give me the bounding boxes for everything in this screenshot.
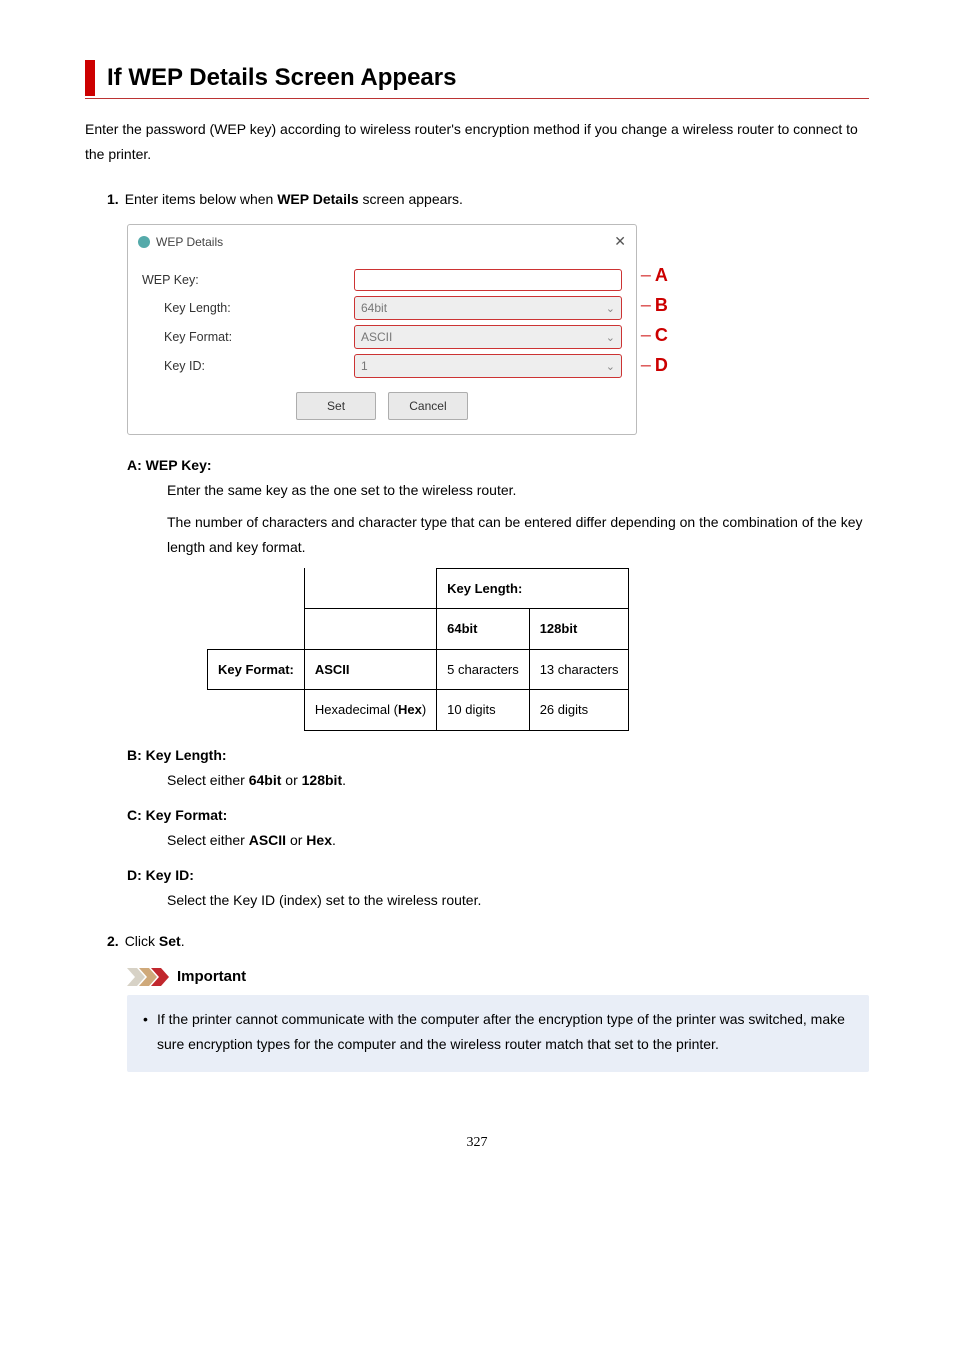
key-id-value: 1 bbox=[361, 359, 368, 373]
def-a-body-2: The number of characters and character t… bbox=[167, 510, 869, 560]
wep-key-label: WEP Key: bbox=[142, 271, 354, 290]
page-number: 327 bbox=[85, 1132, 869, 1153]
def-b-body: Select either 64bit or 128bit. bbox=[167, 768, 869, 793]
def-b-term: B: Key Length: bbox=[127, 745, 869, 766]
key-format-value: ASCII bbox=[361, 330, 392, 344]
important-label: Important bbox=[177, 966, 246, 989]
important-box: If the printer cannot communicate with t… bbox=[127, 995, 869, 1073]
def-c-body: Select either ASCII or Hex. bbox=[167, 828, 869, 853]
table-cell-10: 10 digits bbox=[437, 690, 530, 730]
table-cell-5: 5 characters bbox=[437, 649, 530, 689]
table-col-128: 128bit bbox=[529, 609, 629, 649]
set-button[interactable]: Set bbox=[296, 392, 376, 420]
page-heading-wrap: If WEP Details Screen Appears bbox=[85, 60, 869, 99]
key-length-select[interactable]: 64bit ⌄ bbox=[354, 296, 622, 320]
step-1-text-after: screen appears. bbox=[359, 191, 463, 207]
step-1-bold: WEP Details bbox=[277, 191, 358, 207]
important-heading: Important bbox=[127, 966, 869, 989]
def-d: D: Key ID: Select the Key ID (index) set… bbox=[127, 865, 869, 913]
table-col-64: 64bit bbox=[437, 609, 530, 649]
wep-details-figure: WEP Details ✕ WEP Key: Key Length: 64bit… bbox=[127, 224, 697, 435]
callout-b: B bbox=[655, 296, 668, 314]
step-2-text: Click Set. bbox=[125, 931, 185, 952]
step-1-text: Enter items below when WEP Details scree… bbox=[125, 189, 463, 210]
step-2-number: 2. bbox=[107, 931, 119, 952]
key-id-select[interactable]: 1 ⌄ bbox=[354, 354, 622, 378]
important-item: If the printer cannot communicate with t… bbox=[143, 1007, 853, 1059]
table-head-keylength: Key Length: bbox=[437, 568, 629, 608]
dialog-title: WEP Details bbox=[156, 233, 223, 251]
def-d-term: D: Key ID: bbox=[127, 865, 869, 886]
step-1: 1. Enter items below when WEP Details sc… bbox=[107, 189, 869, 210]
intro-paragraph: Enter the password (WEP key) according t… bbox=[85, 117, 869, 167]
table-cell-26: 26 digits bbox=[529, 690, 629, 730]
def-a-body-1: Enter the same key as the one set to the… bbox=[167, 478, 869, 503]
def-a: A: WEP Key: Enter the same key as the on… bbox=[127, 455, 869, 730]
step-2: 2. Click Set. bbox=[107, 931, 869, 952]
key-id-label: Key ID: bbox=[164, 357, 354, 376]
key-format-select[interactable]: ASCII ⌄ bbox=[354, 325, 622, 349]
dialog-titlebar: WEP Details ✕ bbox=[128, 225, 636, 258]
def-b: B: Key Length: Select either 64bit or 12… bbox=[127, 745, 869, 793]
page-title: If WEP Details Screen Appears bbox=[107, 60, 869, 96]
cancel-button[interactable]: Cancel bbox=[388, 392, 468, 420]
chevron-down-icon: ⌄ bbox=[606, 301, 615, 318]
close-icon[interactable]: ✕ bbox=[614, 231, 626, 252]
step-1-text-before: Enter items below when bbox=[125, 191, 278, 207]
step-1-number: 1. bbox=[107, 189, 119, 210]
page-heading-accent: If WEP Details Screen Appears bbox=[85, 60, 869, 96]
def-d-body: Select the Key ID (index) set to the wir… bbox=[167, 888, 869, 913]
wep-details-dialog: WEP Details ✕ WEP Key: Key Length: 64bit… bbox=[127, 224, 637, 435]
key-length-label: Key Length: bbox=[164, 299, 354, 318]
table-row-hex: Hexadecimal (Hex) bbox=[304, 690, 436, 730]
callout-c: C bbox=[655, 326, 668, 344]
key-table: Key Length: 64bit 128bit Key Format: ASC… bbox=[207, 568, 629, 731]
callout-d: D bbox=[655, 356, 668, 374]
app-icon bbox=[138, 236, 150, 248]
def-c: C: Key Format: Select either ASCII or He… bbox=[127, 805, 869, 853]
table-row-keyformat: Key Format: bbox=[208, 649, 305, 689]
table-cell-13: 13 characters bbox=[529, 649, 629, 689]
table-row-ascii: ASCII bbox=[304, 649, 436, 689]
chevron-down-icon: ⌄ bbox=[606, 330, 615, 347]
key-length-value: 64bit bbox=[361, 301, 387, 315]
chevron-down-icon: ⌄ bbox=[606, 359, 615, 376]
callout-column: ─A ─B ─C ─D bbox=[637, 224, 668, 380]
key-format-label: Key Format: bbox=[164, 328, 354, 347]
wep-key-input[interactable] bbox=[354, 269, 622, 291]
def-c-term: C: Key Format: bbox=[127, 805, 869, 826]
important-icon bbox=[127, 968, 171, 986]
def-a-term: A: WEP Key: bbox=[127, 455, 869, 476]
callout-a: A bbox=[655, 266, 668, 284]
